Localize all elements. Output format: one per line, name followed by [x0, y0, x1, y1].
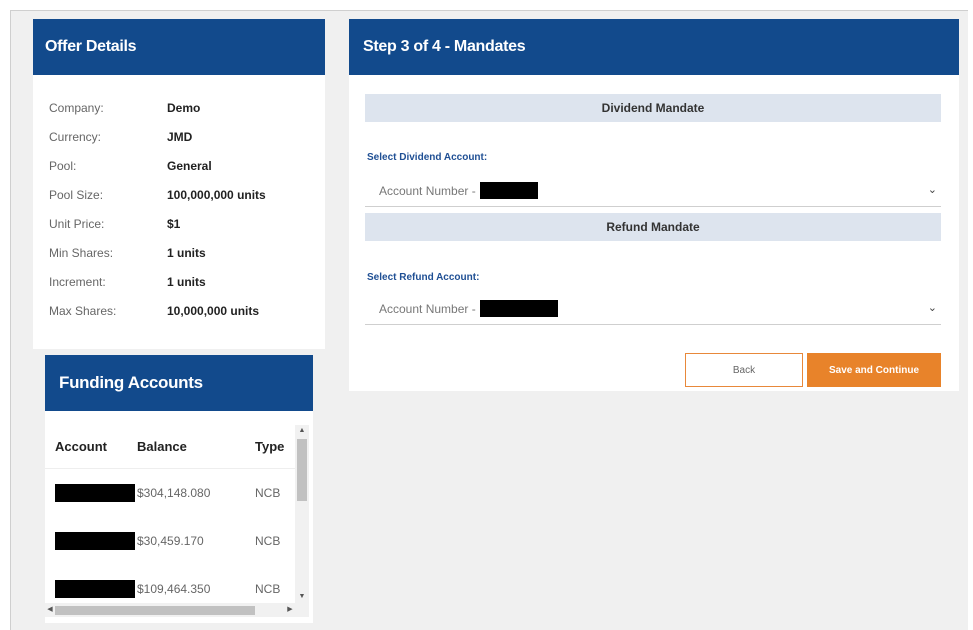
account-cell [45, 580, 137, 598]
offer-value: 1 units [167, 274, 206, 289]
offer-details-title: Offer Details [33, 19, 325, 75]
redacted-account [55, 484, 135, 502]
offer-value: $1 [167, 216, 181, 231]
offer-value: 100,000,000 units [167, 187, 266, 202]
offer-row-max-shares: Max Shares: 10,000,000 units [49, 296, 325, 325]
type-cell: NCB [255, 582, 281, 596]
refund-account-select[interactable]: Account Number - ⌄ [365, 293, 941, 325]
offer-row-unit-price: Unit Price: $1 [49, 209, 325, 238]
offer-label: Increment: [49, 274, 106, 289]
funding-accounts-card: Funding Accounts Account Balance Type $3… [45, 355, 313, 623]
refund-account-label: Select Refund Account: [367, 272, 480, 283]
offer-label: Company: [49, 100, 104, 115]
arrow-down-icon[interactable]: ▼ [295, 591, 309, 603]
offer-label: Pool Size: [49, 187, 104, 202]
offer-label: Pool: [49, 158, 77, 173]
table-row[interactable]: $30,459.170 NCB [45, 517, 295, 565]
balance-cell: $304,148.080 [137, 486, 211, 500]
offer-label: Unit Price: [49, 216, 105, 231]
offer-value: JMD [167, 129, 193, 144]
offer-row-company: Company: Demo [49, 93, 325, 122]
chevron-down-icon[interactable]: ⌄ [928, 301, 937, 314]
save-and-continue-button[interactable]: Save and Continue [807, 353, 941, 387]
offer-label: Min Shares: [49, 245, 114, 260]
mandates-title: Step 3 of 4 - Mandates [349, 19, 959, 75]
dividend-mandate-heading: Dividend Mandate [365, 94, 941, 122]
funding-accounts-table: Account Balance Type $304,148.080 NCB $3… [45, 425, 295, 603]
column-header-type[interactable]: Type [255, 439, 295, 454]
account-cell [45, 532, 137, 550]
vertical-scrollbar[interactable]: ▲ ▼ [295, 425, 309, 603]
offer-value: 10,000,000 units [167, 303, 260, 318]
offer-value: General [167, 158, 212, 173]
offer-row-currency: Currency: JMD [49, 122, 325, 151]
type-cell: NCB [255, 534, 281, 548]
arrow-up-icon[interactable]: ▲ [295, 425, 309, 437]
balance-cell: $30,459.170 [137, 534, 204, 548]
offer-label: Max Shares: [49, 303, 117, 318]
redacted-account [55, 580, 135, 598]
table-header-row: Account Balance Type [45, 425, 295, 469]
dividend-account-label: Select Dividend Account: [367, 152, 488, 163]
redacted-account [479, 300, 558, 317]
funding-accounts-title: Funding Accounts [45, 355, 313, 411]
horizontal-scrollbar[interactable]: ◀ ▶ [45, 603, 309, 617]
table-row[interactable]: $109,464.350 NCB [45, 565, 295, 603]
table-row[interactable]: $304,148.080 NCB [45, 469, 295, 517]
offer-details-list: Company: Demo Currency: JMD Pool: Genera… [33, 75, 325, 325]
refund-mandate-heading: Refund Mandate [365, 213, 941, 241]
arrow-left-icon[interactable]: ◀ [45, 603, 55, 617]
app-frame: Offer Details Company: Demo Currency: JM… [10, 10, 968, 630]
offer-row-increment: Increment: 1 units [49, 267, 325, 296]
column-header-balance[interactable]: Balance [137, 439, 255, 454]
offer-label: Currency: [49, 129, 102, 144]
vertical-scroll-thumb[interactable] [297, 439, 307, 501]
horizontal-scroll-thumb[interactable] [55, 606, 255, 615]
chevron-down-icon[interactable]: ⌄ [928, 183, 937, 196]
balance-cell: $109,464.350 [137, 582, 211, 596]
dividend-account-value: Account Number - [379, 183, 476, 198]
offer-value: Demo [167, 100, 201, 115]
arrow-right-icon[interactable]: ▶ [285, 603, 295, 617]
offer-row-pool-size: Pool Size: 100,000,000 units [49, 180, 325, 209]
column-header-account[interactable]: Account [45, 439, 137, 454]
offer-row-pool: Pool: General [49, 151, 325, 180]
account-cell [45, 484, 137, 502]
dividend-account-select[interactable]: Account Number - ⌄ [365, 175, 941, 207]
mandates-card: Step 3 of 4 - Mandates Dividend Mandate … [349, 19, 959, 391]
redacted-account [479, 182, 538, 199]
type-cell: NCB [255, 486, 281, 500]
refund-account-value: Account Number - [379, 301, 476, 316]
redacted-account [55, 532, 135, 550]
offer-details-card: Offer Details Company: Demo Currency: JM… [33, 19, 325, 349]
offer-row-min-shares: Min Shares: 1 units [49, 238, 325, 267]
offer-value: 1 units [167, 245, 206, 260]
back-button[interactable]: Back [685, 353, 803, 387]
